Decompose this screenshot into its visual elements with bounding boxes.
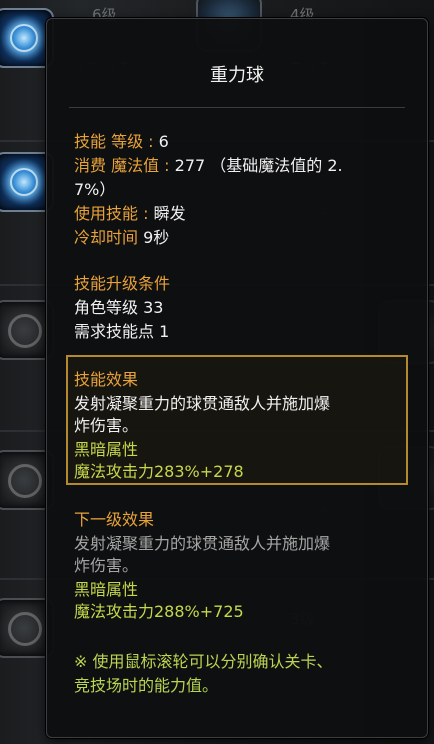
mouse-wheel-hint-cont: 竞技场时的能力值。	[74, 676, 219, 695]
cast-time-value: 瞬发	[153, 204, 186, 223]
mp-cost-label: 消费 魔法值	[74, 156, 160, 175]
skill-name: 重力球	[210, 65, 264, 86]
skill-level-line: 技能 等级 : 6	[74, 132, 169, 151]
skill-level-value: 6	[158, 132, 169, 151]
current-magic-attack: 魔法攻击力283%+278	[74, 462, 244, 481]
title-divider	[69, 107, 405, 108]
cooldown-line: 冷却时间 9秒	[74, 227, 169, 249]
current-effect-description: 发射凝聚重力的球贯通敌人并施加爆	[74, 394, 331, 413]
current-effect-heading: 技能效果	[74, 370, 139, 389]
skill-level-label: 技能 等级	[74, 132, 144, 151]
next-effect-heading: 下一级效果	[74, 510, 155, 529]
skill-tooltip: 重力球 技能 等级 : 6 消费 魔法值 : 277 （基础魔法值的 2. 7%…	[46, 18, 428, 738]
cast-time-label: 使用技能	[74, 204, 139, 223]
mouse-wheel-hint: ※ 使用鼠标滚轮可以分别确认关卡、	[74, 652, 333, 671]
requirement-heading: 技能升级条件	[74, 274, 171, 293]
next-magic-attack: 魔法攻击力288%+725	[74, 602, 244, 621]
mp-cost-line: 消费 魔法值 : 277 （基础魔法值的 2.	[74, 156, 343, 175]
required-skill-points: 需求技能点 1	[74, 322, 170, 341]
cooldown-label: 冷却时间	[74, 228, 139, 247]
next-effect-description-cont: 炸伤害。	[74, 556, 139, 575]
next-element-attribute: 黑暗属性	[74, 580, 139, 599]
mp-cost-value-wrap: 7%）	[74, 180, 116, 199]
cast-time-line: 使用技能 : 瞬发	[74, 204, 186, 223]
current-element-attribute: 黑暗属性	[74, 440, 139, 459]
required-character-level: 角色等级 33	[74, 298, 164, 317]
next-effect-description: 发射凝聚重力的球贯通敌人并施加爆	[74, 534, 331, 553]
current-effect-description-cont: 炸伤害。	[74, 416, 139, 435]
mp-cost-value: 277 （基础魔法值的 2.	[174, 156, 343, 175]
cooldown-value: 9秒	[138, 228, 170, 247]
